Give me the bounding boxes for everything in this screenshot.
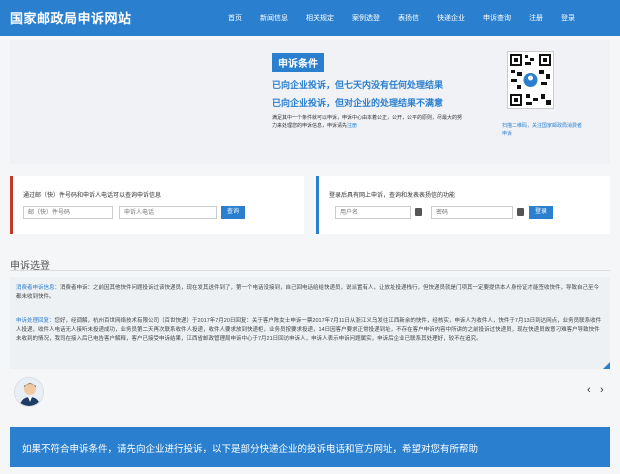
nav-home[interactable]: 首页: [228, 13, 242, 23]
condition-1: 已向企业投诉，但七天内没有任何处理结果: [272, 80, 444, 90]
lock-icon: [415, 208, 422, 216]
person-avatar-icon: [14, 377, 44, 407]
tracking-number-input[interactable]: [23, 206, 113, 219]
complaint-reply-text: 申诉处理回复：您好，经调解，杭州百世网络技术有限公司（百世快递）于2017年7月…: [16, 317, 604, 344]
bottom-banner-text: 如果不符合申诉条件，请先向企业进行投诉，以下是部分快递企业的投诉电话和官方网址，…: [22, 444, 479, 455]
qr-caption: 扫描二维码，关注国家邮政局消费者申诉: [502, 123, 583, 137]
query-button[interactable]: 查询: [221, 206, 246, 219]
complaint-reply-tag: 申诉处理回复：: [16, 318, 55, 324]
top-header: 国家邮政局申诉网站 首页 新闻信息 相关规定 案例选登 表扬信 快递企业 申诉查…: [0, 0, 620, 36]
complaint-conditions-banner: 申诉条件 已向企业投诉，但七天内没有任何处理结果 已向企业投诉，但对企业的处理结…: [10, 40, 610, 164]
case-entry: 消费者申诉信息：消费者申诉：之前因其他快件问题投诉过该快递员，现在发其送件到了，…: [10, 277, 610, 369]
login-panel: 登录后具有网上申诉，查询和发表表扬信的功能 登录: [316, 176, 610, 234]
conditions-note: 满足其中一个条件就可以申诉，申诉中心由本着公正，公开，公平的原则，尽最大的努力来…: [272, 114, 462, 130]
query-panel-label: 通过邮（快）件号码和申诉人电话可以查询申诉信息: [23, 193, 162, 199]
login-panel-label: 登录后具有网上申诉，查询和发表表扬信的功能: [329, 193, 456, 199]
qr-code-icon: [507, 51, 554, 109]
consumer-complaint-body: 消费者申诉：之前因其他快件问题投诉过该快递员，现在发其送件到了，第一个电话没接到…: [16, 285, 600, 300]
register-link[interactable]: 注册: [347, 123, 357, 129]
condition-2: 已向企业投诉，但对企业的处理结果不满意: [272, 98, 444, 108]
consumer-complaint-tag: 消费者申诉信息：: [16, 285, 61, 291]
section-divider: [10, 270, 610, 271]
login-button[interactable]: 登录: [529, 206, 554, 219]
nav-cases[interactable]: 案例选登: [352, 13, 380, 23]
nav-login[interactable]: 登录: [561, 13, 575, 23]
nav-praise-letters[interactable]: 表扬信: [398, 13, 419, 23]
consumer-complaint-text: 消费者申诉信息：消费者申诉：之前因其他快件问题投诉过该快递员，现在发其送件到了，…: [16, 284, 604, 302]
main-nav: 首页 新闻信息 相关规定 案例选登 表扬信 快递企业 申诉查询 注册 登录: [228, 0, 593, 36]
site-title[interactable]: 国家邮政局申诉网站: [10, 8, 132, 27]
corner-marker: [603, 362, 610, 369]
nav-news[interactable]: 新闻信息: [260, 13, 288, 23]
complainant-phone-input[interactable]: [119, 206, 217, 219]
complaint-query-panel: 通过邮（快）件号码和申诉人电话可以查询申诉信息 查询: [10, 176, 304, 234]
bottom-info-banner: 如果不符合申诉条件，请先向企业进行投诉，以下是部分快递企业的投诉电话和官方网址，…: [10, 427, 610, 467]
carousel-prev-button[interactable]: ‹: [587, 384, 591, 396]
password-input[interactable]: [431, 206, 513, 219]
username-input[interactable]: [335, 206, 411, 219]
nav-complaint-query[interactable]: 申诉查询: [483, 13, 511, 23]
nav-register[interactable]: 注册: [529, 13, 543, 23]
carousel-next-button[interactable]: ›: [600, 384, 604, 396]
lock-icon: [517, 208, 524, 216]
complaint-reply-body: 您好，经调解，杭州百世网络技术有限公司（百世快递）于2017年7月20日回复：关…: [16, 318, 602, 342]
nav-express-companies[interactable]: 快递企业: [437, 13, 465, 23]
conditions-title: 申诉条件: [272, 53, 324, 72]
conditions-note-text: 满足其中一个条件就可以申诉，申诉中心由本着公正，公开，公平的原则，尽最大的努力来…: [272, 115, 463, 129]
nav-regulations[interactable]: 相关规定: [306, 13, 334, 23]
